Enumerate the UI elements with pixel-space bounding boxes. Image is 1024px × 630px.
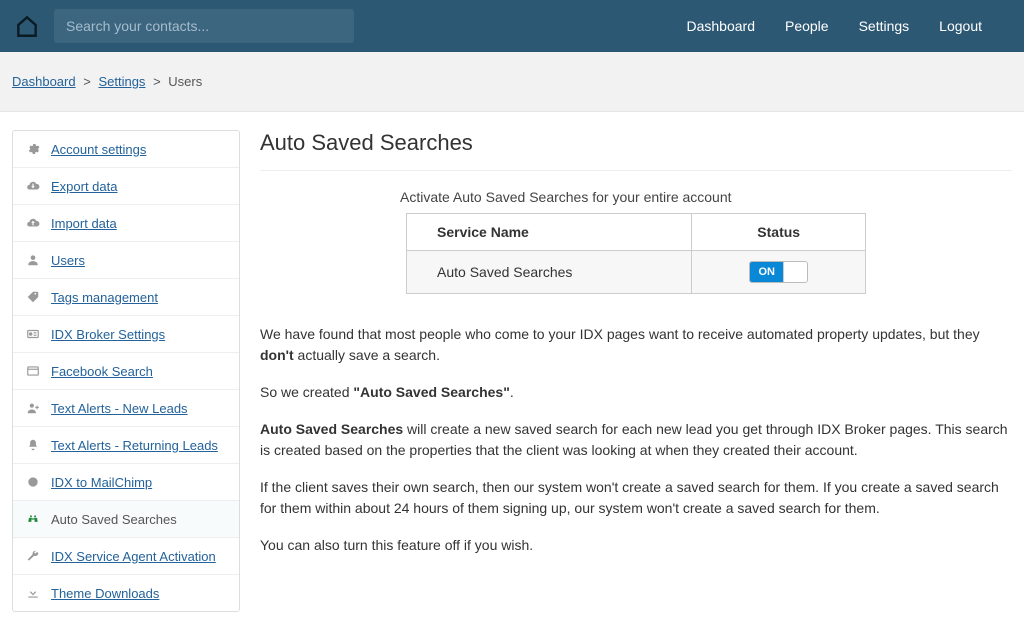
sidebar-item-auto-saved-searches[interactable]: Auto Saved Searches <box>13 501 239 538</box>
sidebar-item-label: Theme Downloads <box>51 586 159 601</box>
page-title: Auto Saved Searches <box>260 130 1012 171</box>
table-row: Auto Saved Searches ON <box>407 251 866 294</box>
activate-label: Activate Auto Saved Searches for your en… <box>400 189 1012 205</box>
paragraph-1: We have found that most people who come … <box>260 324 1012 366</box>
sidebar-item-users[interactable]: Users <box>13 242 239 279</box>
user-plus-icon <box>25 400 41 416</box>
search-input[interactable] <box>54 9 354 43</box>
facebook-icon <box>25 363 41 379</box>
paragraph-5: You can also turn this feature off if yo… <box>260 535 1012 556</box>
breadcrumb-dashboard[interactable]: Dashboard <box>12 74 76 89</box>
body-text: We have found that most people who come … <box>260 324 1012 556</box>
tags-icon <box>25 289 41 305</box>
sidebar-item-tags[interactable]: Tags management <box>13 279 239 316</box>
sidebar-item-label: Auto Saved Searches <box>51 512 177 527</box>
breadcrumb-sep: > <box>83 74 91 89</box>
status-toggle[interactable]: ON <box>749 261 808 283</box>
sidebar-item-idx-agent[interactable]: IDX Service Agent Activation <box>13 538 239 575</box>
cloud-download-icon <box>25 178 41 194</box>
nav-dashboard[interactable]: Dashboard <box>686 18 755 34</box>
nav-logout[interactable]: Logout <box>939 18 982 34</box>
breadcrumb-current: Users <box>168 74 202 89</box>
breadcrumb-settings[interactable]: Settings <box>98 74 145 89</box>
sidebar-item-import-data[interactable]: Import data <box>13 205 239 242</box>
sidebar-item-mailchimp[interactable]: IDX to MailChimp <box>13 464 239 501</box>
sidebar-item-label: Text Alerts - Returning Leads <box>51 438 218 453</box>
sidebar: Account settings Export data Import data… <box>12 130 240 612</box>
nav-settings[interactable]: Settings <box>859 18 910 34</box>
mailchimp-icon <box>25 474 41 490</box>
bell-icon <box>25 437 41 453</box>
col-status: Status <box>692 214 866 251</box>
toggle-on-label: ON <box>750 262 783 282</box>
sidebar-item-facebook[interactable]: Facebook Search <box>13 353 239 390</box>
gear-icon <box>25 141 41 157</box>
cell-status: ON <box>692 251 866 294</box>
user-icon <box>25 252 41 268</box>
sidebar-item-label: Tags management <box>51 290 158 305</box>
top-nav: Dashboard People Settings Logout <box>686 18 1012 34</box>
sidebar-item-label: Users <box>51 253 85 268</box>
paragraph-3: Auto Saved Searches will create a new sa… <box>260 419 1012 461</box>
breadcrumb-sep: > <box>153 74 161 89</box>
cloud-upload-icon <box>25 215 41 231</box>
sidebar-item-label: IDX Service Agent Activation <box>51 549 216 564</box>
sidebar-item-label: Text Alerts - New Leads <box>51 401 188 416</box>
status-table: Service Name Status Auto Saved Searches … <box>406 213 866 294</box>
sidebar-item-export-data[interactable]: Export data <box>13 168 239 205</box>
sidebar-item-theme-downloads[interactable]: Theme Downloads <box>13 575 239 611</box>
sidebar-item-idx-broker[interactable]: IDX Broker Settings <box>13 316 239 353</box>
header: Dashboard People Settings Logout <box>0 0 1024 52</box>
paragraph-2: So we created "Auto Saved Searches". <box>260 382 1012 403</box>
sidebar-item-label: Export data <box>51 179 118 194</box>
sidebar-item-label: Import data <box>51 216 117 231</box>
cell-service-name: Auto Saved Searches <box>407 251 692 294</box>
id-card-icon <box>25 326 41 342</box>
sidebar-item-label: Facebook Search <box>51 364 153 379</box>
wrench-icon <box>25 548 41 564</box>
download-icon <box>25 585 41 601</box>
nav-people[interactable]: People <box>785 18 829 34</box>
sidebar-item-label: Account settings <box>51 142 146 157</box>
main-content: Auto Saved Searches Activate Auto Saved … <box>260 130 1012 612</box>
sidebar-item-label: IDX Broker Settings <box>51 327 165 342</box>
logo-icon <box>12 11 42 41</box>
col-service-name: Service Name <box>407 214 692 251</box>
sidebar-item-label: IDX to MailChimp <box>51 475 152 490</box>
sidebar-item-text-alerts-new[interactable]: Text Alerts - New Leads <box>13 390 239 427</box>
breadcrumb: Dashboard > Settings > Users <box>0 52 1024 112</box>
sidebar-item-text-alerts-returning[interactable]: Text Alerts - Returning Leads <box>13 427 239 464</box>
sidebar-item-account-settings[interactable]: Account settings <box>13 131 239 168</box>
toggle-handle <box>783 262 807 282</box>
paragraph-4: If the client saves their own search, th… <box>260 477 1012 519</box>
binoculars-icon <box>25 511 41 527</box>
